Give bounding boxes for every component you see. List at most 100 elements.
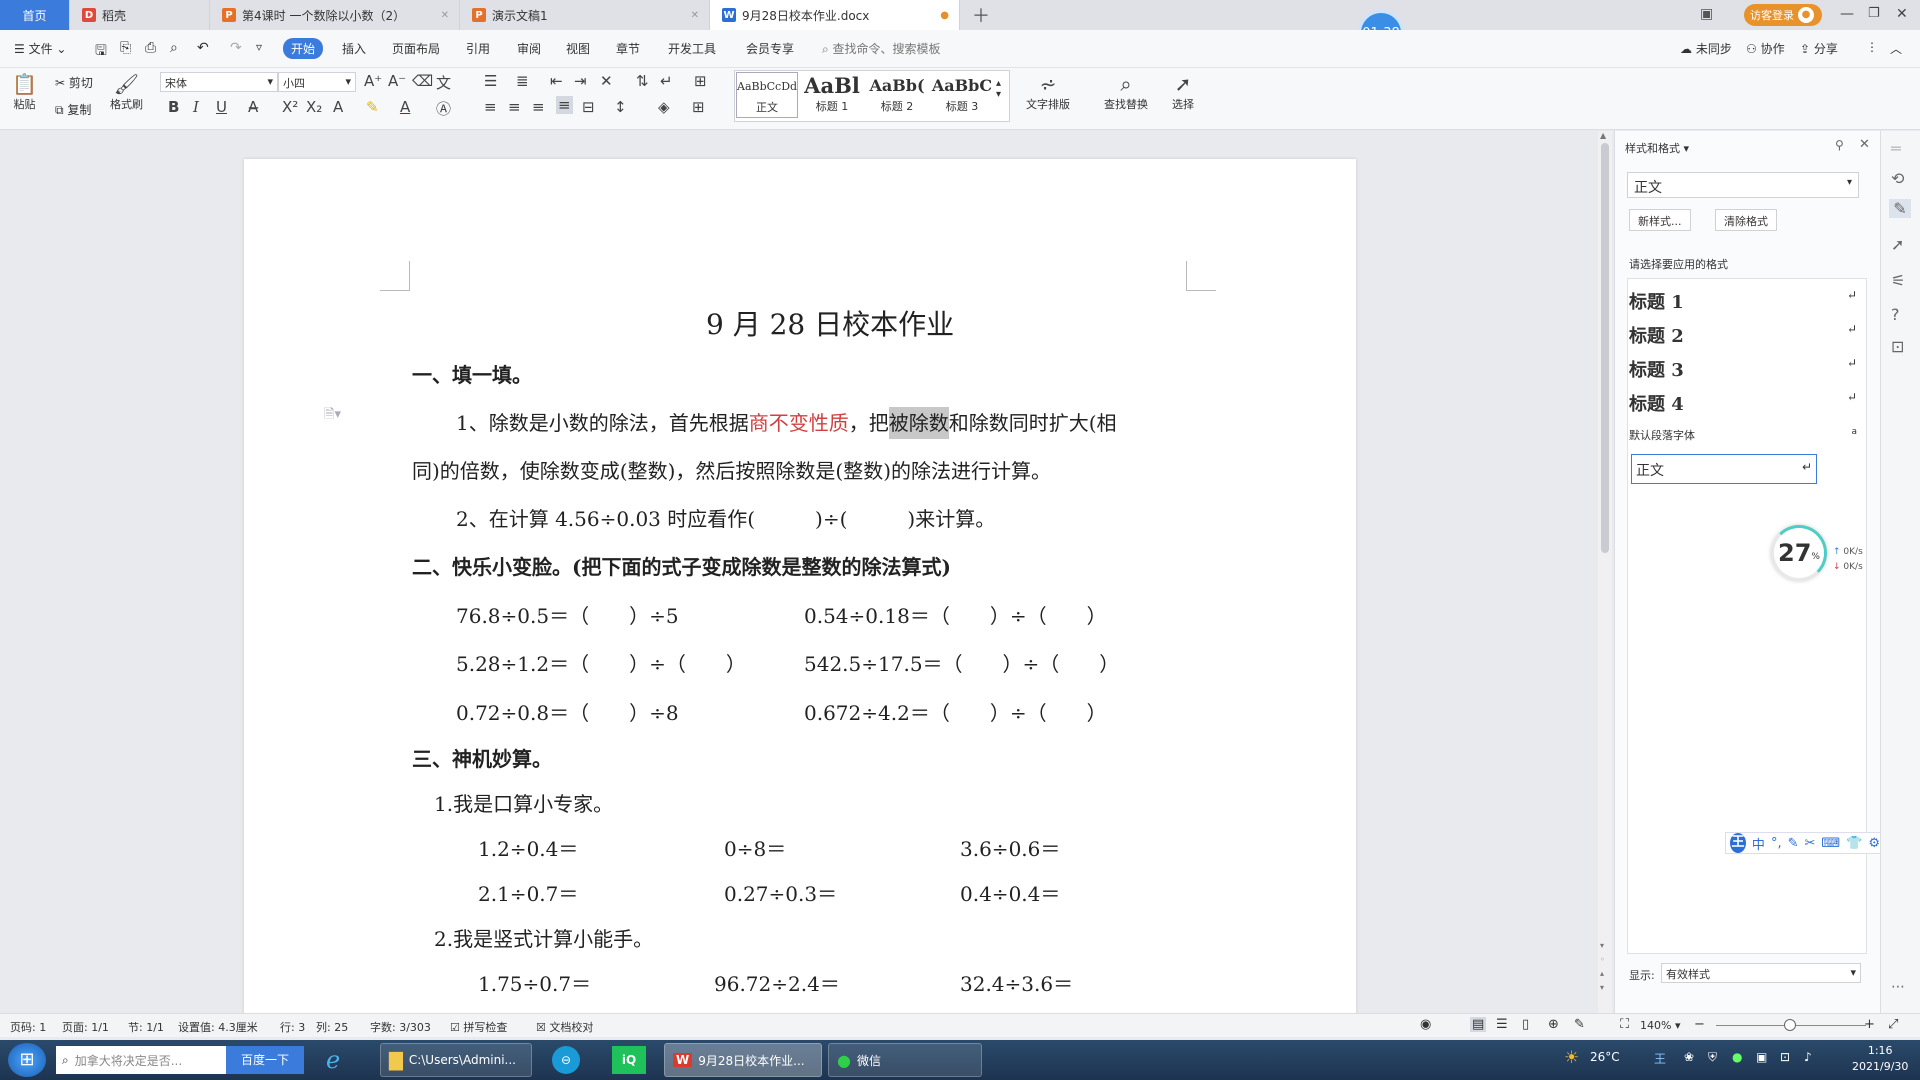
distribute-icon[interactable]: ⊟ [582, 98, 595, 116]
sidebar-style-icon[interactable]: ⟲ [1891, 169, 1904, 188]
font-color-icon[interactable]: A [400, 98, 410, 116]
fit-page-icon[interactable]: ⛶ [1620, 1017, 1629, 1032]
close-icon[interactable]: ✕ [441, 10, 449, 21]
current-style-select[interactable]: 正文 ▾ [1627, 172, 1859, 198]
style-heading1[interactable]: AaBl 标题 1 [801, 72, 863, 118]
print-preview-icon[interactable]: ⌕ [170, 40, 178, 56]
menu-page-layout[interactable]: 页面布局 [392, 40, 440, 57]
shield-icon[interactable]: ⛨ [1708, 1050, 1717, 1065]
taskbar-search-input[interactable]: ⌕ 加拿大将决定是否... [56, 1046, 226, 1074]
superscript-icon[interactable]: X² [282, 98, 298, 116]
font-size-select[interactable]: 小四 ▾ [278, 72, 356, 92]
paste-button[interactable]: 📋 粘贴 [12, 72, 37, 112]
menu-chapter[interactable]: 章节 [616, 40, 640, 57]
line-spacing-icon[interactable]: ↕ [614, 98, 627, 116]
chinese-layout-icon[interactable]: ✕ [600, 72, 613, 90]
ime-toolbar[interactable]: 王中 °, ✎ ✂ ⌨ 👕 ⚙ [1725, 832, 1885, 854]
decrease-indent-icon[interactable]: ⇤ [550, 72, 563, 90]
speed-ball[interactable]: 27% [1771, 525, 1827, 581]
show-marks-icon[interactable]: ↵ [660, 72, 673, 90]
zoom-out-icon[interactable]: − [1694, 1017, 1705, 1032]
new-tab-button[interactable]: ＋ [960, 0, 1002, 30]
network-icon[interactable]: ⊡ [1780, 1050, 1790, 1064]
share-button[interactable]: ⇪ 分享 [1800, 40, 1838, 57]
tab-daoke[interactable]: D 稻壳 [70, 0, 210, 30]
web-view-icon[interactable]: ⊕ [1548, 1017, 1559, 1032]
increase-indent-icon[interactable]: ⇥ [574, 72, 587, 90]
baidu-button[interactable]: 百度一下 [226, 1046, 304, 1074]
shrink-font-icon[interactable]: A⁻ [388, 72, 406, 90]
text-effect-icon[interactable]: A [333, 98, 343, 116]
find-replace-button[interactable]: ⌕ 查找替换 [1104, 72, 1148, 112]
style-list-item[interactable]: 标题 4 ↵ [1629, 390, 1857, 416]
scroll-up-icon[interactable]: ▲ [1600, 131, 1606, 140]
eye-protect-icon[interactable]: ◉ [1420, 1017, 1431, 1032]
numbered-list-icon[interactable]: ≣ [516, 72, 529, 90]
wechat-tray-icon[interactable]: ● [1732, 1050, 1742, 1064]
window-layout-icon[interactable]: ▣ [1700, 6, 1713, 22]
paragraph-options-icon[interactable]: 🗎▾ [324, 405, 341, 427]
justify-icon[interactable]: ≡ [556, 96, 573, 114]
ie-icon[interactable]: ℯ [326, 1046, 340, 1074]
bold-icon[interactable]: B [168, 98, 179, 116]
taskbar-wps-writer[interactable]: W 9月28日校本作业... [664, 1043, 822, 1077]
menu-review[interactable]: 审阅 [517, 40, 541, 57]
align-left-icon[interactable]: ≡ [484, 98, 497, 116]
subscript-icon[interactable]: X₂ [306, 98, 322, 116]
sidebar-more-icon[interactable]: ⋯ [1891, 979, 1905, 995]
menu-vip[interactable]: 会员专享 [746, 40, 794, 57]
sidebar-format-icon[interactable]: ✎ [1889, 199, 1911, 218]
italic-icon[interactable]: I [193, 98, 199, 116]
style-list-item[interactable]: 标题 1 ↵ [1629, 288, 1857, 314]
proofread-button[interactable]: ☒ 文档校对 [536, 1019, 593, 1035]
style-list-item[interactable]: 标题 2 ↵ [1629, 322, 1857, 348]
menu-view[interactable]: 视图 [566, 40, 590, 57]
more-icon[interactable]: ⋮ [1866, 40, 1878, 54]
sync-status[interactable]: ☁ 未同步 [1680, 40, 1732, 57]
sidebar-help-icon[interactable]: ? [1891, 305, 1900, 324]
align-right-icon[interactable]: ≡ [532, 98, 545, 116]
print-icon[interactable]: ⎙ [145, 40, 156, 56]
menu-developer[interactable]: 开发工具 [668, 40, 716, 57]
sort-icon[interactable]: ⇅ [636, 72, 649, 90]
highlight-icon[interactable]: ✎ [366, 98, 379, 116]
reading-view-icon[interactable]: ▯ [1522, 1017, 1529, 1032]
style-normal[interactable]: AaBbCcDd 正文 [736, 72, 798, 118]
close-icon[interactable]: ✕ [1859, 137, 1870, 152]
minimize-icon[interactable]: — [1840, 6, 1854, 22]
style-heading2[interactable]: AaBb(标题 2 [866, 72, 928, 118]
status-words[interactable]: 字数: 3/303 [370, 1019, 431, 1035]
copy-button[interactable]: ⧉ 复制 [55, 101, 91, 118]
file-menu[interactable]: ☰ 文件 ⌄ [14, 40, 66, 57]
shading-icon[interactable]: ◈ [658, 98, 670, 116]
table-border-icon[interactable]: ⊞ [694, 72, 707, 90]
page-nav-icon[interactable]: ▾ ◦ ▴ ▾ [1600, 939, 1605, 995]
clear-format-icon[interactable]: ⌫ [412, 72, 433, 90]
tray-app-icon[interactable]: ❀ [1684, 1050, 1694, 1064]
new-style-button[interactable]: 新样式... [1629, 209, 1691, 231]
nvidia-icon[interactable]: ▣ [1756, 1050, 1767, 1064]
strikethrough-icon[interactable]: A̶ [248, 98, 258, 116]
style-heading3[interactable]: AaBbC 标题 3 [931, 72, 993, 118]
start-button[interactable]: ⊞ [8, 1043, 46, 1077]
taskbar-explorer[interactable]: ▇ C:\Users\Admini... [380, 1043, 532, 1077]
phonetic-icon[interactable]: 文 [436, 72, 451, 93]
write-mode-icon[interactable]: ✎ [1574, 1017, 1585, 1032]
zoom-select[interactable]: 140% ▾ [1640, 1019, 1680, 1032]
pin-icon[interactable]: ⚲ [1835, 138, 1844, 152]
redo-icon[interactable]: ↷ [230, 40, 242, 56]
text-layout-button[interactable]: ⩫ 文字排版 [1026, 72, 1070, 112]
close-window-icon[interactable]: ✕ [1896, 6, 1908, 22]
tab-docx[interactable]: W 9月28日校本作业.docx ● [710, 0, 960, 30]
style-list-item[interactable]: 标题 3 ↵ [1629, 356, 1857, 382]
sidebar-settings-icon[interactable]: ⚟ [1891, 271, 1905, 290]
align-center-icon[interactable]: ≡ [508, 98, 521, 116]
login-button[interactable]: 访客登录 ● [1744, 4, 1822, 26]
export-icon[interactable]: ⎘ [120, 40, 131, 56]
menu-insert[interactable]: 插入 [342, 40, 366, 57]
volume-icon[interactable]: ♪ [1804, 1050, 1812, 1064]
command-search[interactable]: ⌕ 查找命令、搜索模板 [822, 40, 941, 57]
sidebar-backup-icon[interactable]: ⊡ [1891, 337, 1904, 356]
grow-font-icon[interactable]: A⁺ [364, 72, 382, 90]
browser-icon[interactable]: ⊖ [552, 1046, 580, 1074]
